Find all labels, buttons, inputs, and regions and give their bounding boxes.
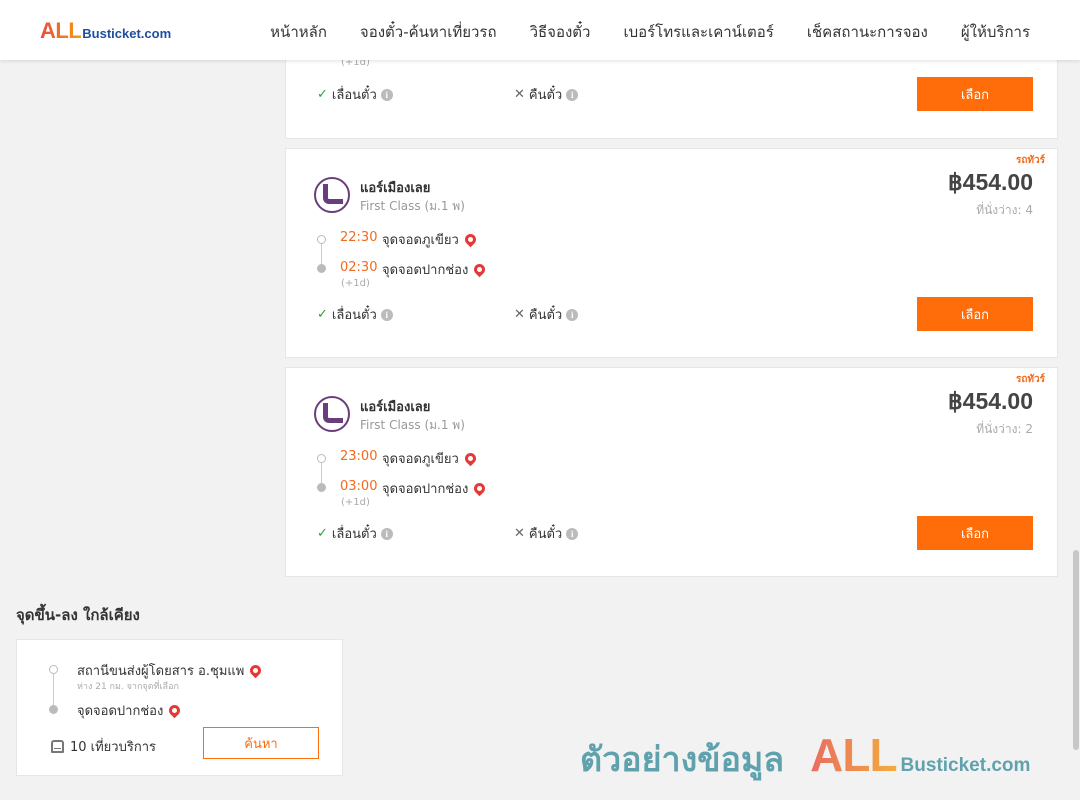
arrival-dot: [317, 264, 326, 273]
departure-stop[interactable]: จุดจอดภูเขียว: [382, 448, 479, 469]
map-pin-icon[interactable]: [167, 702, 183, 719]
plus-day-label: (+1d): [341, 497, 370, 508]
timeline-line: [321, 461, 322, 485]
reschedule-label: เลื่อนตั๋ว: [331, 88, 377, 103]
nav-item-how-to-book[interactable]: วิธีจองตั๋ว: [530, 20, 591, 44]
nearby-from-label: สถานีขนส่งผู้โดยสาร อ.ชุมแพ: [77, 664, 245, 679]
check-icon: ✓: [317, 87, 328, 102]
nav-item-operators[interactable]: ผู้ให้บริการ: [961, 20, 1030, 44]
watermark-text: ตัวอย่างข้อมูล: [580, 740, 785, 780]
reschedule-policy: ✓ เลื่อนตั๋ว i: [317, 523, 393, 544]
map-pin-icon[interactable]: [462, 450, 479, 467]
departure-time: 23:00: [340, 449, 378, 464]
map-pin-icon[interactable]: [462, 231, 479, 248]
trip-card: (+1d) ✓ เลื่อนตั๋ว i ✕ คืนตั๋ว i เลือก: [285, 50, 1058, 139]
operator-name: แอร์เมืองเลย: [360, 181, 431, 196]
site-logo[interactable]: ALL Busticket.com: [40, 18, 171, 44]
check-icon: ✓: [317, 526, 328, 541]
nearby-distance: ห่าง 21 กม. จากจุดที่เลือก: [77, 682, 179, 692]
cross-icon: ✕: [514, 87, 525, 102]
nearby-trip-count: 10 เที่ยวบริการ: [51, 736, 156, 757]
select-trip-button[interactable]: เลือก: [917, 516, 1033, 550]
check-icon: ✓: [317, 307, 328, 322]
reschedule-label: เลื่อนตั๋ว: [331, 308, 377, 323]
departure-stop[interactable]: จุดจอดภูเขียว: [382, 229, 479, 250]
seats-available: ที่นั่งว่าง: 4: [976, 203, 1033, 217]
bus-class: First Class (ม.1 พ): [360, 199, 465, 213]
departure-stop-label: จุดจอดภูเขียว: [382, 233, 459, 248]
bus-class: First Class (ม.1 พ): [360, 418, 465, 432]
to-dot: [49, 705, 58, 714]
arrival-stop-label: จุดจอดปากช่อง: [382, 482, 469, 497]
nav-item-book-ticket[interactable]: จองตั๋ว-ค้นหาเที่ยวรถ: [360, 20, 497, 44]
timeline-line: [321, 242, 322, 266]
timeline-line: [53, 673, 54, 707]
bus-type-ribbon: รถทัวร์: [1015, 374, 1045, 385]
refund-label: คืนตั๋ว: [528, 527, 563, 542]
departure-stop-label: จุดจอดภูเขียว: [382, 452, 459, 467]
watermark-logo-all: ALL: [810, 729, 897, 781]
refund-policy: ✕ คืนตั๋ว i: [514, 84, 579, 105]
search-button[interactable]: ค้นหา: [203, 727, 319, 759]
cross-icon: ✕: [514, 307, 525, 322]
trip-card: รถทัวร์ แอร์เมืองเลย First Class (ม.1 พ)…: [285, 367, 1058, 577]
info-icon[interactable]: i: [380, 527, 393, 540]
map-pin-icon[interactable]: [248, 662, 264, 679]
operator-logo-icon: [314, 177, 350, 213]
nearby-from-stop[interactable]: สถานีขนส่งผู้โดยสาร อ.ชุมแพ: [77, 660, 264, 681]
arrival-stop[interactable]: จุดจอดปากช่อง: [382, 478, 488, 499]
plus-day-label: (+1d): [341, 278, 370, 289]
info-icon[interactable]: i: [566, 527, 579, 540]
info-icon[interactable]: i: [566, 308, 579, 321]
refund-label: คืนตั๋ว: [528, 308, 563, 323]
seats-available: ที่นั่งว่าง: 2: [976, 422, 1033, 436]
scrollbar-thumb[interactable]: [1073, 550, 1079, 750]
arrival-stop[interactable]: จุดจอดปากช่อง: [382, 259, 488, 280]
departure-dot: [317, 454, 326, 463]
map-pin-icon[interactable]: [472, 480, 488, 497]
reschedule-label: เลื่อนตั๋ว: [331, 527, 377, 542]
logo-domain-text: Busticket.com: [82, 26, 172, 41]
trip-price: ฿454.00: [948, 388, 1033, 414]
bus-type-ribbon: รถทัวร์: [1015, 155, 1045, 166]
arrival-dot: [317, 483, 326, 492]
operator-name: แอร์เมืองเลย: [360, 400, 431, 415]
nav-item-home[interactable]: หน้าหลัก: [270, 20, 327, 44]
watermark-logo-domain: Busticket.com: [900, 755, 1031, 776]
map-pin-icon[interactable]: [472, 261, 488, 278]
nav-item-contacts[interactable]: เบอร์โทรและเคาน์เตอร์: [623, 20, 773, 44]
refund-label: คืนตั๋ว: [528, 88, 563, 103]
info-icon[interactable]: i: [380, 88, 393, 101]
main-nav: หน้าหลัก จองตั๋ว-ค้นหาเที่ยวรถ วิธีจองตั…: [270, 20, 1030, 44]
cross-icon: ✕: [514, 526, 525, 541]
logo-all-text: ALL: [40, 18, 82, 43]
sample-data-watermark: ตัวอย่างข้อมูล ALL Busticket.com: [580, 728, 1030, 786]
arrival-time: 03:00: [340, 479, 378, 494]
reschedule-policy: ✓ เลื่อนตั๋ว i: [317, 304, 393, 325]
arrival-time: 02:30: [340, 260, 378, 275]
nearby-stops-title: จุดขึ้น-ลง ใกล้เคียง: [16, 606, 140, 624]
watermark-logo: ALL Busticket.com: [810, 728, 1030, 782]
refund-policy: ✕ คืนตั๋ว i: [514, 523, 579, 544]
refund-policy: ✕ คืนตั๋ว i: [514, 304, 579, 325]
trip-price: ฿454.00: [948, 169, 1033, 195]
departure-time: 22:30: [340, 230, 378, 245]
top-header: ALL Busticket.com หน้าหลัก จองตั๋ว-ค้นหา…: [0, 0, 1080, 60]
select-trip-button[interactable]: เลือก: [917, 77, 1033, 111]
from-dot: [49, 665, 58, 674]
nearby-stop-card: สถานีขนส่งผู้โดยสาร อ.ชุมแพ ห่าง 21 กม. …: [16, 639, 343, 776]
trip-count-label: 10 เที่ยวบริการ: [70, 740, 156, 755]
trip-card: รถทัวร์ แอร์เมืองเลย First Class (ม.1 พ)…: [285, 148, 1058, 358]
operator-logo-icon: [314, 396, 350, 432]
arrival-stop-label: จุดจอดปากช่อง: [382, 263, 469, 278]
info-icon[interactable]: i: [566, 88, 579, 101]
info-icon[interactable]: i: [380, 308, 393, 321]
bus-icon: [51, 740, 64, 753]
nearby-to-stop[interactable]: จุดจอดปากช่อง: [77, 700, 183, 721]
select-trip-button[interactable]: เลือก: [917, 297, 1033, 331]
reschedule-policy: ✓ เลื่อนตั๋ว i: [317, 84, 393, 105]
nearby-to-label: จุดจอดปากช่อง: [77, 704, 164, 719]
nav-item-booking-status[interactable]: เช็คสถานะการจอง: [807, 20, 928, 44]
departure-dot: [317, 235, 326, 244]
